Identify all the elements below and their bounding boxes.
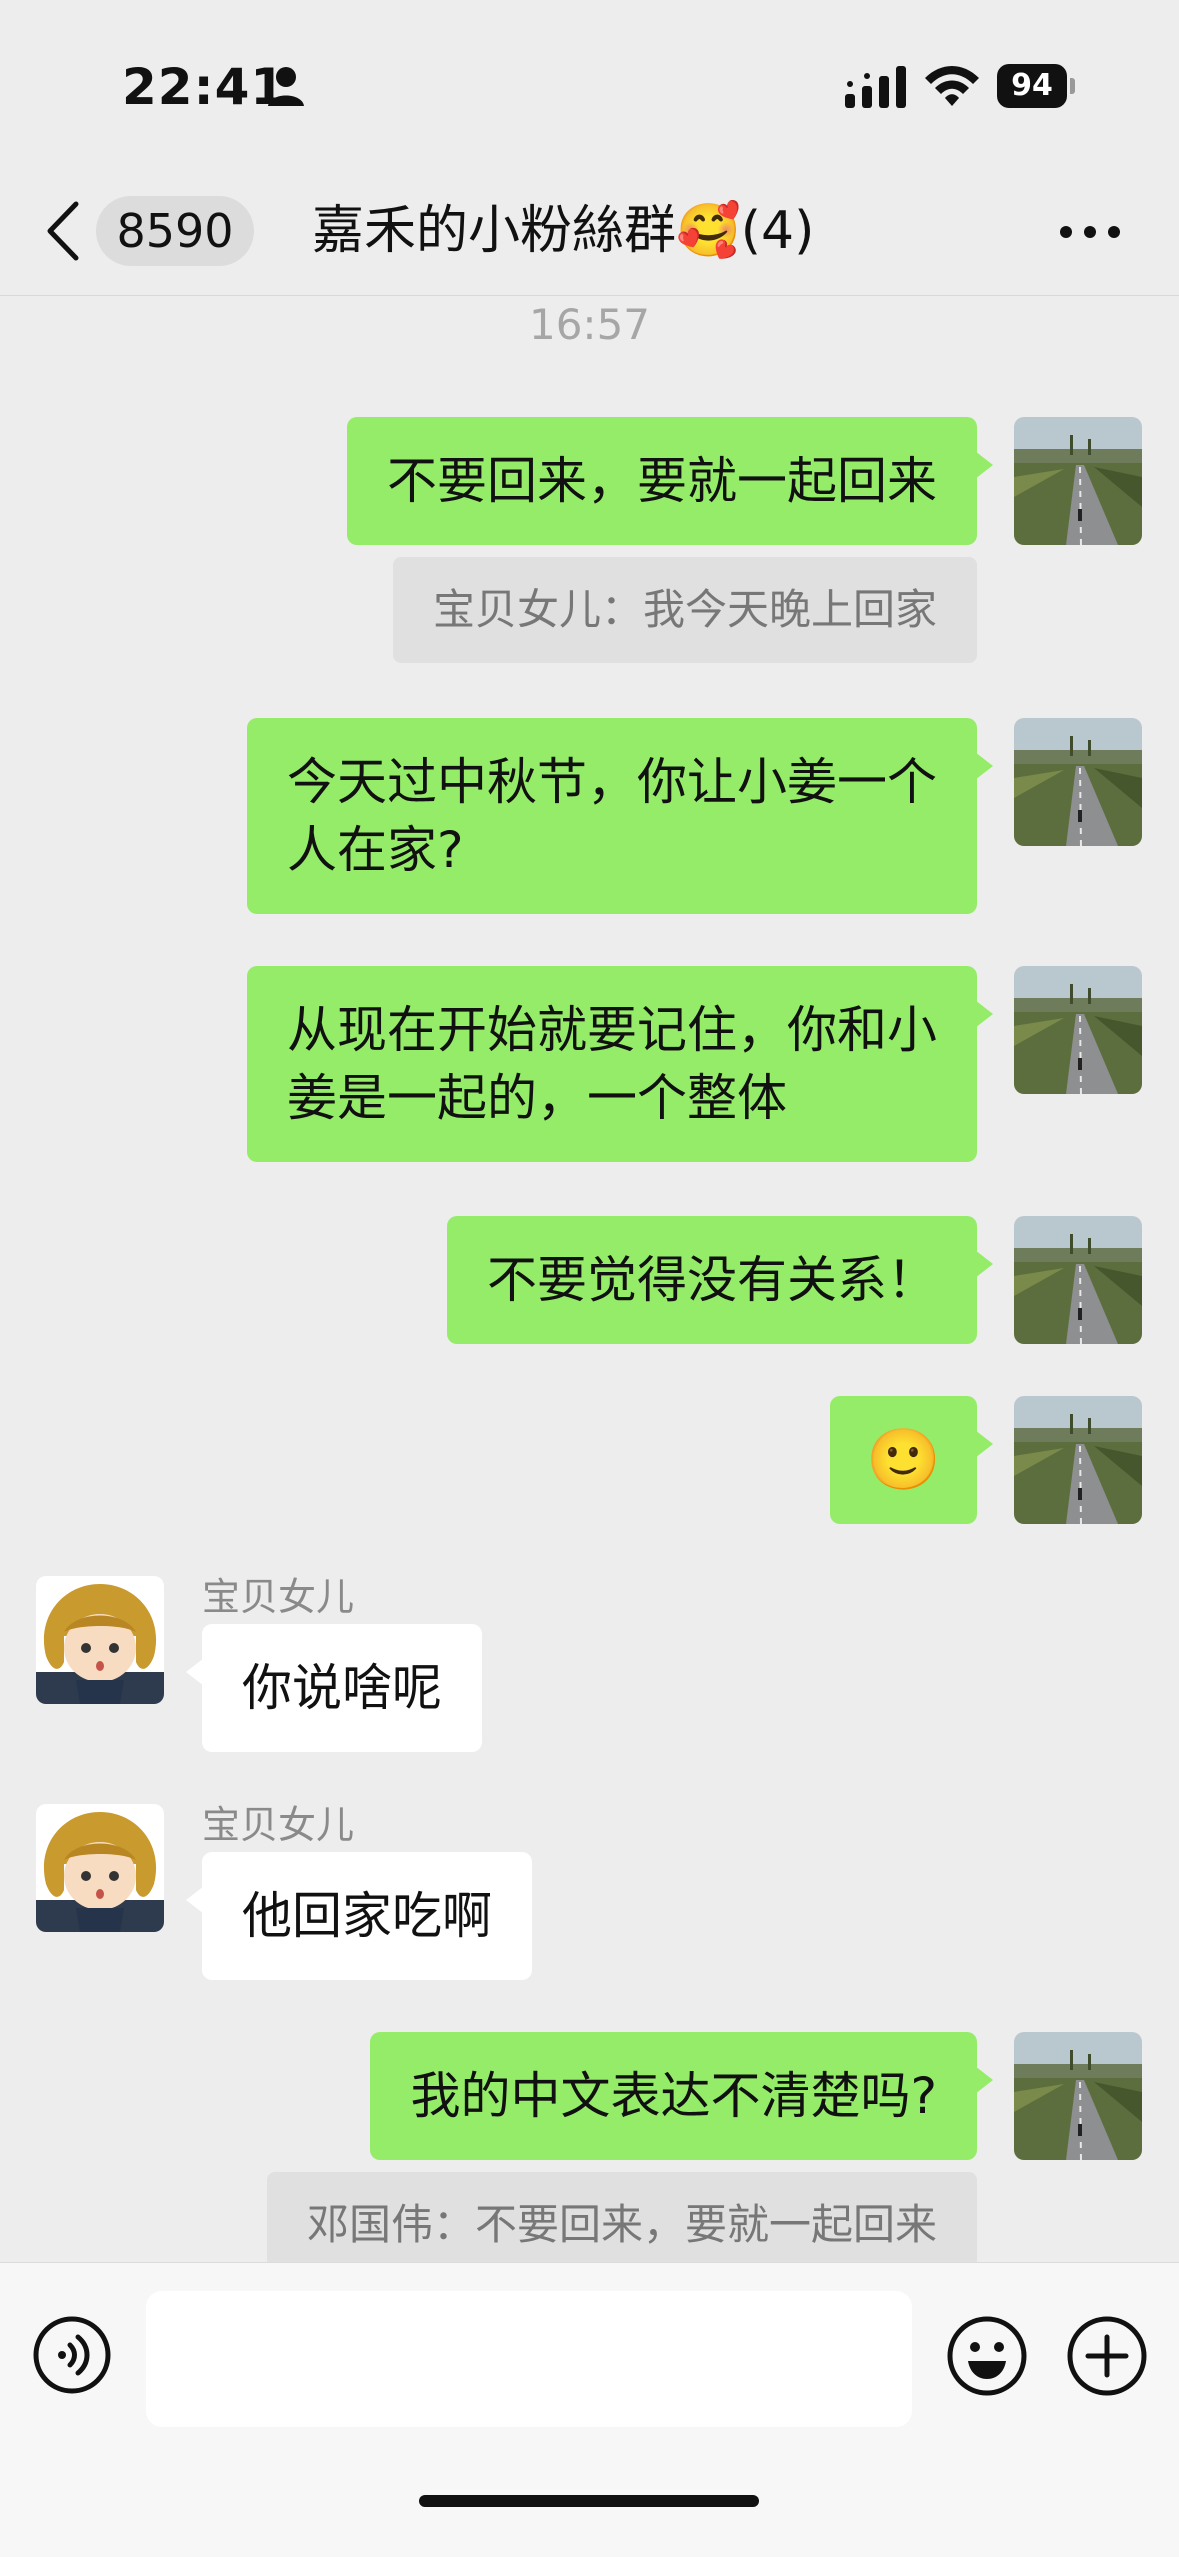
message-text: 你说啥呢 [242, 1659, 442, 1717]
message-bubble-outgoing[interactable]: 不要觉得没有关系！ [447, 1216, 993, 1344]
battery-level: 94 [997, 64, 1067, 108]
message-text: 他回家吃啊 [242, 1887, 492, 1945]
sender-name: 宝贝女儿 [202, 1575, 355, 1619]
quote-text: 邓国伟：不要回来，要就一起回来 [306, 2200, 937, 2249]
my-avatar[interactable] [1014, 1216, 1142, 1344]
sender-name: 宝贝女儿 [202, 1803, 355, 1847]
message-bubble-outgoing[interactable]: 从现在开始就要记住，你和小 姜是一起的，一个整体 [247, 966, 993, 1162]
battery-cap [1070, 78, 1075, 94]
message-text: 我的中文表达不清楚吗? [410, 2067, 937, 2125]
quote-text: 宝贝女儿：我今天晚上回家 [432, 585, 937, 634]
home-indicator [419, 2495, 759, 2507]
my-avatar[interactable] [1014, 966, 1142, 1094]
message-text-line: 人在家? [287, 821, 464, 879]
status-time: 22:41 [122, 58, 287, 116]
message-text-line: 今天过中秋节，你让小姜一个 [287, 753, 937, 811]
emoji-icon[interactable] [946, 2315, 1028, 2397]
voice-icon[interactable] [32, 2315, 112, 2395]
chat-timestamp: 16:57 [528, 300, 651, 349]
chat-title[interactable]: 嘉禾的小粉絲群🥰(4) [312, 196, 814, 266]
my-avatar[interactable] [1014, 2032, 1142, 2160]
my-avatar[interactable] [1014, 1396, 1142, 1524]
message-text: 不要觉得没有关系！ [487, 1251, 937, 1309]
contact-avatar[interactable] [36, 1576, 164, 1704]
unread-count-badge[interactable]: 8590 [96, 196, 254, 266]
message-input[interactable] [146, 2291, 912, 2427]
message-text: 不要回来，要就一起回来 [387, 452, 937, 510]
cellular-signal-icon [845, 66, 906, 108]
my-avatar[interactable] [1014, 417, 1142, 545]
message-text-line: 从现在开始就要记住，你和小 [287, 1001, 937, 1059]
message-bubble-incoming[interactable]: 他回家吃啊 [186, 1852, 532, 1980]
message-bubble-outgoing[interactable]: 今天过中秋节，你让小姜一个 人在家? [247, 718, 993, 914]
message-bubble-outgoing[interactable]: 不要回来，要就一起回来 [347, 417, 993, 545]
input-toolbar [0, 2262, 1179, 2557]
message-bubble-outgoing[interactable]: 🙂 [830, 1396, 993, 1524]
contact-avatar[interactable] [36, 1804, 164, 1932]
chevron-left-icon[interactable] [44, 200, 84, 262]
status-bar: 22:41 94 [0, 0, 1179, 170]
more-dots-icon[interactable] [1058, 220, 1122, 244]
plus-icon[interactable] [1066, 2315, 1148, 2397]
my-avatar[interactable] [1014, 718, 1142, 846]
quoted-message[interactable]: 宝贝女儿：我今天晚上回家 [392, 557, 977, 663]
message-text-line: 姜是一起的，一个整体 [287, 1069, 787, 1127]
message-bubble-incoming[interactable]: 你说啥呢 [186, 1624, 482, 1752]
message-bubble-outgoing[interactable]: 我的中文表达不清楚吗? [370, 2032, 993, 2160]
battery-indicator: 94 [997, 64, 1077, 108]
person-icon [268, 67, 304, 106]
wifi-icon [925, 66, 979, 106]
chat-header: 8590 嘉禾的小粉絲群🥰(4) [0, 170, 1179, 296]
smiley-emoji-icon: 🙂 [866, 1425, 941, 1495]
